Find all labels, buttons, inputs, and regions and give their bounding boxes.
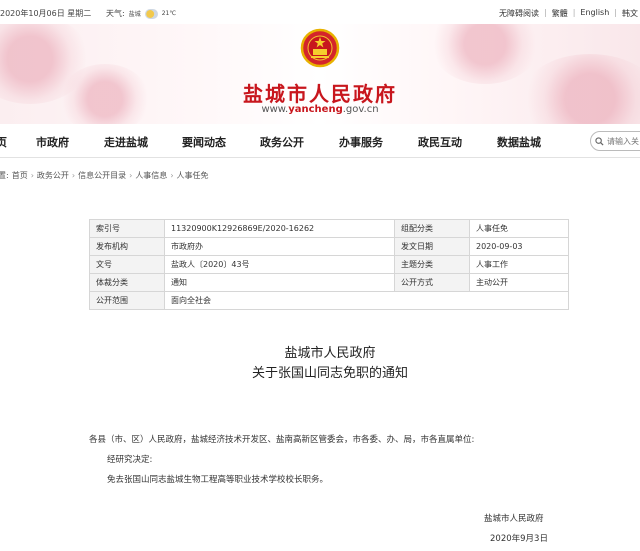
search-box[interactable] <box>590 131 640 151</box>
metadata-value: 面向全社会 <box>164 291 569 310</box>
breadcrumb-item[interactable]: 信息公开目录 <box>78 170 126 181</box>
metadata-label: 索引号 <box>89 219 165 238</box>
search-input[interactable] <box>607 136 640 146</box>
nav-item-interaction[interactable]: 政民互动 <box>418 134 462 150</box>
metadata-value: 人事任免 <box>469 219 569 238</box>
metadata-label: 主题分类 <box>394 255 470 274</box>
metadata-value: 通知 <box>164 273 395 292</box>
accessibility-link[interactable]: 无障碍阅读 <box>499 8 539 19</box>
breadcrumb-label: 位置: <box>0 171 9 180</box>
nav-item-government-affairs[interactable]: 政务公开 <box>260 134 304 150</box>
site-banner: 盐城市人民政府 www.yancheng.gov.cn <box>0 24 640 124</box>
table-row: 索引号 11320900K12926869E/2020-16262 组配分类 人… <box>89 219 569 238</box>
nav-item-services[interactable]: 办事服务 <box>339 134 383 150</box>
metadata-value: 2020-09-03 <box>469 237 569 256</box>
chevron-right-icon: › <box>30 171 34 180</box>
nav-item-about-yancheng[interactable]: 走进盐城 <box>104 134 148 150</box>
english-link[interactable]: English <box>580 8 609 19</box>
metadata-value: 盐政人〔2020〕43号 <box>164 255 395 274</box>
document-salutation: 各县（市、区）人民政府，盐城经济技术开发区、盐南高新区管委会，市各委、办、局，市… <box>89 435 475 445</box>
weather-city: 盐城 <box>128 11 141 18</box>
metadata-value: 11320900K12926869E/2020-16262 <box>164 219 395 238</box>
weather-temperature: 21℃ <box>161 10 177 17</box>
table-row: 文号 盐政人〔2020〕43号 主题分类 人事工作 <box>89 255 569 274</box>
metadata-value: 主动公开 <box>469 273 569 292</box>
korean-link[interactable]: 韩文 <box>622 8 638 19</box>
site-title: 盐城市人民政府 <box>243 82 397 106</box>
document-title-issuer: 盐城市人民政府 <box>284 346 376 361</box>
metadata-label: 组配分类 <box>394 219 470 238</box>
site-url: www.yancheng.gov.cn <box>261 104 379 115</box>
chevron-right-icon: › <box>71 171 76 180</box>
metadata-label: 公开方式 <box>394 273 470 292</box>
blossom-decoration <box>430 24 540 84</box>
main-navigation: 页 市政府 走进盐城 要闻动态 政务公开 办事服务 政民互动 数据盐城 <box>0 124 640 158</box>
chevron-right-icon: › <box>170 171 174 180</box>
metadata-label: 文号 <box>89 255 165 274</box>
weather-label: 天气: <box>106 9 125 18</box>
breadcrumb-item[interactable]: 人事任免 <box>177 170 209 181</box>
traditional-chinese-link[interactable]: 繁體 <box>552 8 568 19</box>
partly-cloudy-icon <box>144 8 158 19</box>
national-emblem-icon <box>300 28 340 68</box>
breadcrumb-item[interactable]: 政务公开 <box>37 170 69 181</box>
chevron-right-icon: › <box>129 171 133 180</box>
metadata-label: 公开范围 <box>89 291 165 310</box>
current-date: 2020年10月06日 星期二 <box>0 9 92 18</box>
metadata-label: 发文日期 <box>394 237 470 256</box>
metadata-label: 体裁分类 <box>89 273 165 292</box>
document-paragraph: 经研究决定: <box>107 455 153 465</box>
document-title-subject: 关于张国山同志免职的通知 <box>251 366 408 381</box>
breadcrumb-item[interactable]: 人事信息 <box>135 170 167 181</box>
search-icon[interactable] <box>595 136 604 146</box>
table-row: 公开范围 面向全社会 <box>89 291 569 310</box>
document-signature: 盐城市人民政府 <box>484 514 544 524</box>
metadata-value: 人事工作 <box>469 255 569 274</box>
document-date: 2020年9月3日 <box>490 534 548 544</box>
nav-item-data[interactable]: 数据盐城 <box>497 134 541 150</box>
document-paragraph: 免去张国山同志盐城生物工程高等职业技术学校校长职务。 <box>107 475 329 485</box>
table-row: 发布机构 市政府办 发文日期 2020-09-03 <box>89 237 569 256</box>
top-links: 无障碍阅读 | 繁體 | English | 韩文 <box>499 8 638 19</box>
top-utility-bar: 2020年10月06日 星期二 天气: 盐城 21℃ 无障碍阅读 | 繁體 | … <box>0 0 640 24</box>
nav-item-news[interactable]: 要闻动态 <box>182 134 226 150</box>
weather-widget: 天气: 盐城 21℃ <box>106 8 176 19</box>
document-metadata-table: 索引号 11320900K12926869E/2020-16262 组配分类 人… <box>89 219 569 310</box>
metadata-label: 发布机构 <box>89 237 165 256</box>
nav-item-city-government[interactable]: 市政府 <box>36 134 69 150</box>
metadata-value: 市政府办 <box>164 237 395 256</box>
breadcrumb: 位置: 首页 › 政务公开 › 信息公开目录 › 人事信息 › 人事任免 <box>0 170 209 181</box>
nav-item-home[interactable]: 页 <box>0 134 7 150</box>
breadcrumb-item[interactable]: 首页 <box>12 170 28 181</box>
table-row: 体裁分类 通知 公开方式 主动公开 <box>89 273 569 292</box>
